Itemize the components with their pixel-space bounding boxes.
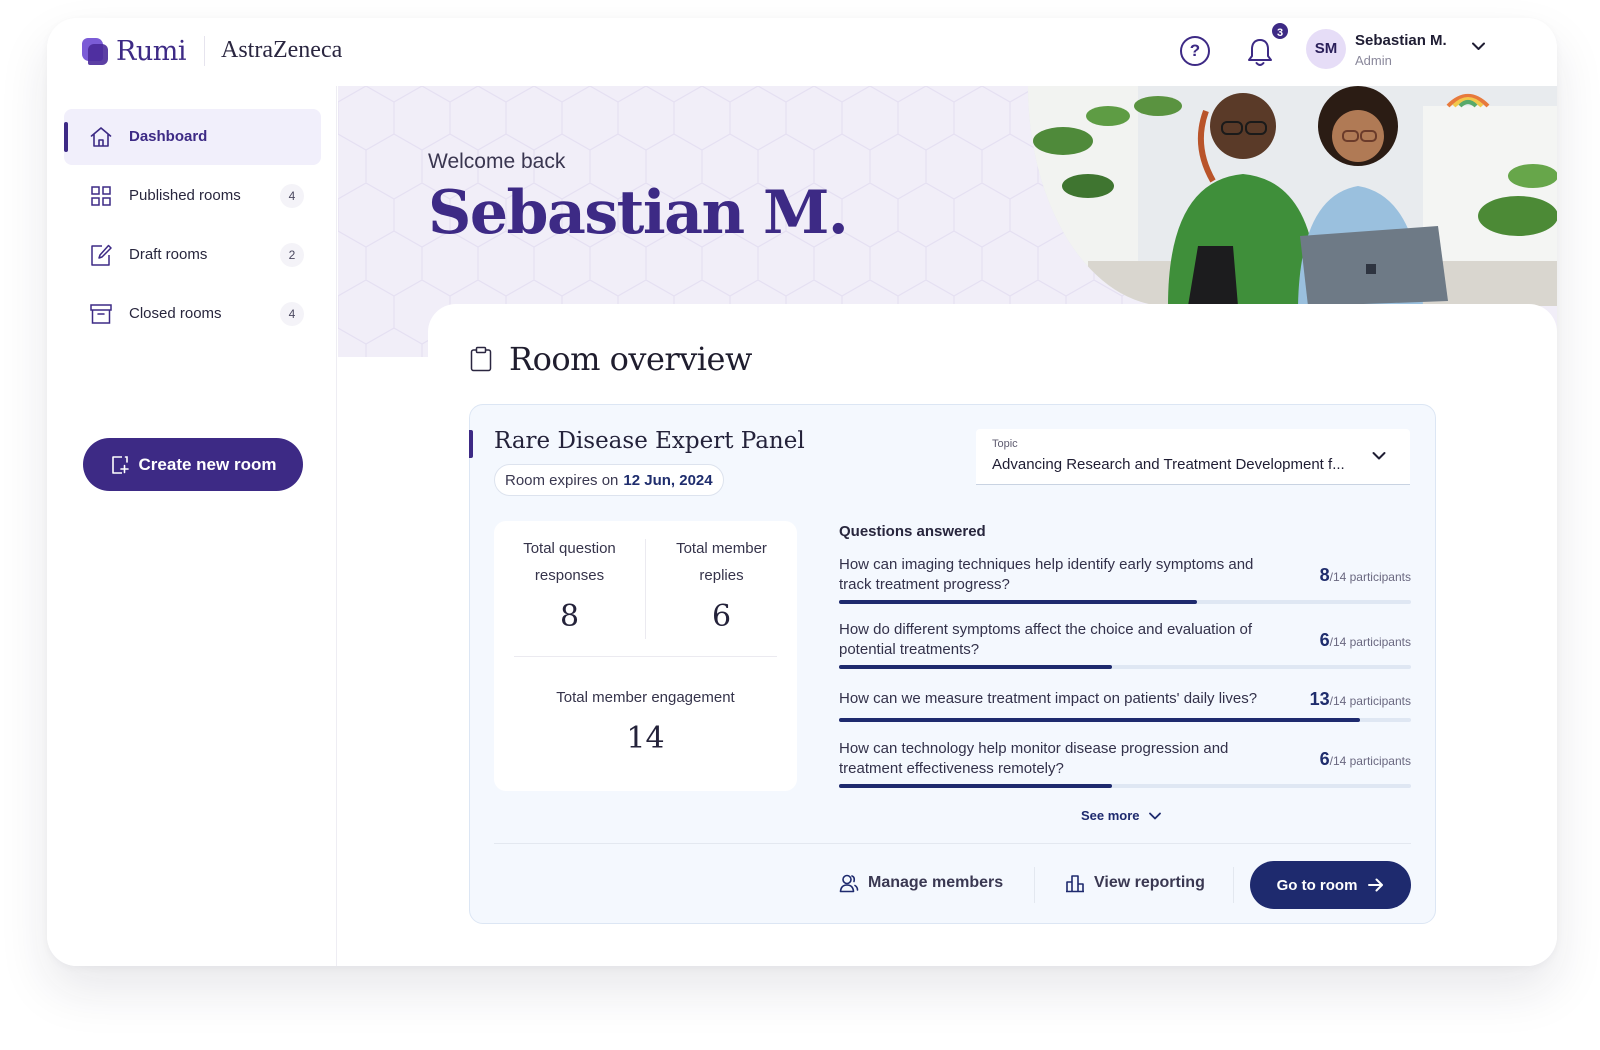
user-name[interactable]: Sebastian M.: [1355, 32, 1447, 49]
view-reporting-label: View reporting: [1094, 874, 1205, 891]
count-badge: 4: [280, 302, 304, 326]
action-divider: [1233, 867, 1234, 903]
create-new-room-button[interactable]: Create new room: [83, 438, 303, 491]
sidebar-item-draft-rooms[interactable]: Draft rooms 2: [64, 227, 321, 283]
question-text: How can imaging techniques help identify…: [839, 556, 1254, 593]
questions-answered-title: Questions answered: [839, 523, 986, 540]
chevron-down-icon: [1148, 812, 1161, 819]
question-answer-count: 6/14 participants: [1320, 749, 1411, 770]
count-badge: 4: [280, 184, 304, 208]
room-card: Rare Disease Expert Panel Room expires o…: [469, 404, 1436, 924]
rumi-logo-mark: [82, 38, 108, 65]
stat-value-member-replies: 6: [711, 599, 732, 634]
sidebar-item-label: Published rooms: [129, 187, 241, 204]
question-progress-bar: [839, 784, 1411, 788]
grid-icon: [91, 186, 111, 206]
stat-label: Total question responses: [523, 540, 616, 584]
stat-divider: [514, 656, 777, 657]
users-icon: [839, 874, 859, 893]
top-bar: Rumi AstraZeneca ? 3 SM Sebastian M. Adm…: [47, 18, 1557, 86]
sidebar-item-closed-rooms[interactable]: Closed rooms 4: [64, 286, 321, 342]
question-progress-bar: [839, 718, 1411, 722]
expiry-prefix: Room expires on: [505, 471, 619, 489]
welcome-text: Welcome back: [428, 150, 566, 173]
create-new-room-label: Create new room: [138, 454, 277, 474]
avatar[interactable]: SM: [1306, 29, 1346, 69]
action-divider: [1034, 867, 1035, 903]
answered-count: 6: [1319, 749, 1330, 769]
rumi-logo-text: Rumi: [116, 36, 186, 67]
sidebar-item-dashboard[interactable]: Dashboard: [64, 109, 321, 165]
count-badge: 2: [280, 243, 304, 267]
room-overview-panel: Room overview Rare Disease Expert Panel …: [428, 304, 1557, 966]
sidebar-item-label: Dashboard: [129, 128, 208, 145]
user-role: Admin: [1355, 53, 1392, 68]
stat-value-question-responses: 8: [559, 599, 580, 634]
clipboard-icon: [470, 346, 492, 372]
manage-members-button[interactable]: Manage members: [839, 873, 1003, 893]
partner-logo: AstraZeneca: [221, 37, 343, 63]
participants-total: /14 participants: [1329, 694, 1411, 708]
stat-label: Total member engagement: [556, 689, 735, 706]
edit-icon: [91, 244, 112, 266]
go-to-room-button[interactable]: Go to room: [1250, 861, 1411, 909]
sidebar-item-published-rooms[interactable]: Published rooms 4: [64, 168, 321, 224]
room-stats: Total question responses 8 Total member …: [494, 521, 797, 791]
answered-count: 8: [1319, 565, 1330, 585]
hero-photo: [1028, 86, 1557, 306]
question-answer-count: 6/14 participants: [1320, 630, 1411, 651]
question-progress-fill: [839, 665, 1112, 669]
participants-total: /14 participants: [1329, 570, 1411, 584]
room-expiry-badge: Room expires on 12 Jun, 2024: [494, 464, 724, 496]
bell-icon[interactable]: [1245, 36, 1275, 68]
sidebar-item-label: Closed rooms: [129, 305, 222, 322]
question-text: How can technology help monitor disease …: [839, 740, 1229, 777]
answered-count: 13: [1309, 689, 1330, 709]
question-answer-count: 8/14 participants: [1320, 565, 1411, 586]
question-text: How can we measure treatment impact on p…: [839, 690, 1258, 707]
question-progress-bar: [839, 600, 1411, 604]
question-text: How do different symptoms affect the cho…: [839, 621, 1253, 658]
chevron-down-icon[interactable]: [1372, 451, 1386, 461]
expiry-date: 12 Jun, 2024: [623, 471, 713, 489]
help-icon[interactable]: ?: [1180, 36, 1210, 66]
see-more-label: See more: [1081, 808, 1140, 823]
logo-divider: [204, 36, 205, 66]
participants-total: /14 participants: [1329, 754, 1411, 768]
question-progress-bar: [839, 665, 1411, 669]
topic-select[interactable]: Topic Advancing Research and Treatment D…: [976, 429, 1410, 485]
question-answer-count: 13/14 participants: [1310, 689, 1411, 710]
see-more-button[interactable]: See more: [1081, 808, 1161, 823]
view-reporting-button[interactable]: View reporting: [1065, 873, 1205, 893]
chevron-down-icon[interactable]: [1472, 42, 1485, 51]
question-progress-fill: [839, 600, 1197, 604]
sidebar: Dashboard Published rooms 4 Draft rooms …: [47, 86, 337, 966]
topic-label: Topic: [992, 438, 1018, 450]
question-progress-fill: [839, 718, 1360, 722]
app-window: Rumi AstraZeneca ? 3 SM Sebastian M. Adm…: [47, 18, 1557, 966]
rumi-logo[interactable]: Rumi: [82, 36, 186, 67]
page-title: Room overview: [509, 340, 752, 378]
card-divider: [494, 843, 1411, 844]
hero-user-name: Sebastian M.: [428, 178, 849, 248]
add-room-icon: [111, 455, 129, 474]
notification-badge: 3: [1270, 21, 1290, 41]
room-title: Rare Disease Expert Panel: [494, 428, 805, 454]
stat-value-engagement: 14: [626, 721, 665, 756]
archive-icon: [90, 304, 112, 324]
manage-members-label: Manage members: [868, 874, 1004, 891]
participants-total: /14 participants: [1329, 635, 1411, 649]
arrow-right-icon: [1368, 878, 1384, 892]
topic-value: Advancing Research and Treatment Develop…: [992, 456, 1345, 473]
home-icon: [90, 127, 112, 147]
question-progress-fill: [839, 784, 1112, 788]
answered-count: 6: [1319, 630, 1330, 650]
bar-chart-icon: [1066, 875, 1084, 893]
stat-label: Total member replies: [676, 540, 767, 584]
go-to-room-label: Go to room: [1276, 876, 1358, 894]
sidebar-item-label: Draft rooms: [129, 246, 208, 263]
